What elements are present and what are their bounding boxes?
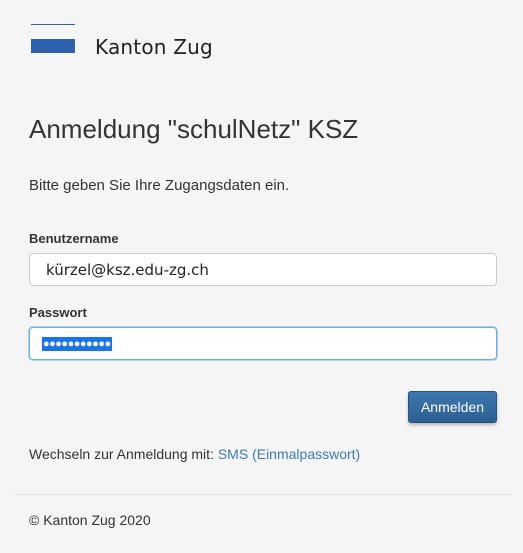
kanton-zug-logo: Kanton Zug	[31, 24, 231, 64]
footer-copyright: © Kanton Zug 2020	[29, 512, 151, 528]
username-label: Benutzername	[29, 231, 119, 246]
footer-divider	[14, 494, 512, 495]
emblem-bar	[31, 39, 75, 53]
switch-login-prefix: Wechseln zur Anmeldung mit:	[29, 446, 214, 462]
sms-login-link[interactable]: SMS (Einmalpasswort)	[218, 446, 360, 462]
intro-text: Bitte geben Sie Ihre Zugangsdaten ein.	[29, 177, 290, 194]
password-label: Passwort	[29, 305, 87, 320]
login-button[interactable]: Anmelden	[408, 391, 497, 423]
switch-login-method: Wechseln zur Anmeldung mit: SMS (Einmalp…	[29, 446, 360, 462]
page-title: Anmeldung "schulNetz" KSZ	[29, 114, 359, 144]
logo-text: Kanton Zug	[95, 35, 213, 59]
username-field[interactable]: kürzel@ksz.edu-zg.ch	[29, 253, 497, 286]
password-masked-value: ●●●●●●●●●●●	[42, 336, 112, 351]
kanton-zug-emblem-icon	[31, 24, 75, 54]
emblem-line	[31, 24, 75, 25]
username-value: kürzel@ksz.edu-zg.ch	[46, 260, 209, 279]
password-field[interactable]: ●●●●●●●●●●●	[29, 327, 497, 360]
